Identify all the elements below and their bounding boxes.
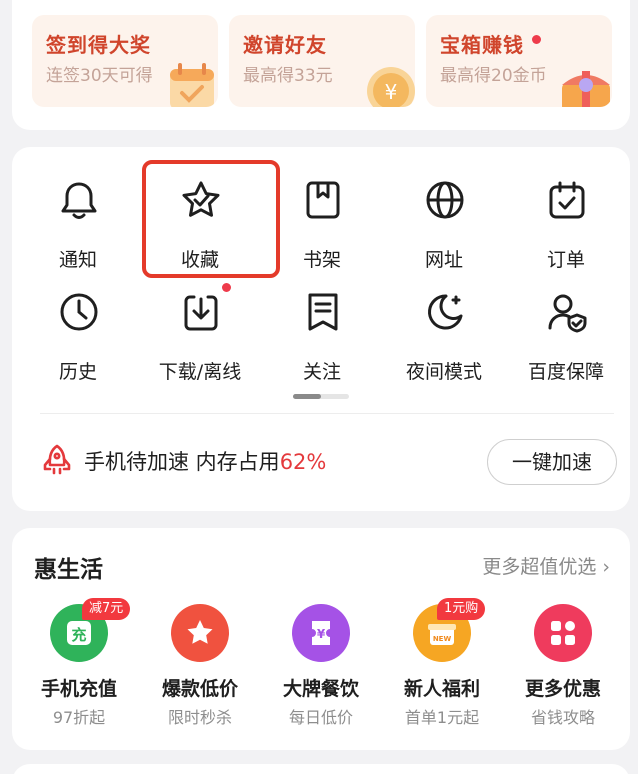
speedup-text: 手机待加速 内存占用 bbox=[84, 450, 280, 474]
life-item-name: 新人福利 bbox=[403, 678, 480, 700]
tool-label: 订单 bbox=[546, 249, 585, 271]
tools-card: 通知 收藏 书架 网址 订单 历史 下载/离线 关注 夜间模式 百度保障 手机待… bbox=[12, 147, 630, 511]
tool-label: 历史 bbox=[58, 361, 97, 383]
star-check-icon bbox=[182, 181, 220, 217]
coin-icon: ¥ bbox=[367, 67, 415, 107]
tool-websites[interactable]: 网址 bbox=[388, 161, 500, 271]
speedup-button[interactable]: 一键加速 bbox=[487, 439, 617, 485]
user-shield-icon bbox=[548, 294, 587, 333]
recharge-icon: 充 bbox=[67, 621, 91, 645]
tool-label: 书架 bbox=[302, 249, 341, 271]
discount-badge: 减7元 bbox=[82, 598, 131, 620]
promo-title: 邀请好友 bbox=[243, 33, 327, 57]
more-deals-link[interactable]: 更多超值优选 › bbox=[482, 552, 610, 579]
svg-text:NEW: NEW bbox=[433, 635, 452, 643]
life-item-more-offers[interactable]: 更多优惠 省钱攻略 bbox=[502, 604, 624, 744]
tool-history[interactable]: 历史 bbox=[22, 273, 134, 383]
svg-text:¥: ¥ bbox=[385, 80, 398, 104]
speedup-status: 手机待加速 内存占用62% bbox=[84, 446, 326, 476]
tool-label: 下载/离线 bbox=[158, 361, 242, 383]
life-icon: ¥ bbox=[292, 604, 350, 662]
life-item-subtitle: 限时秒杀 bbox=[167, 708, 232, 727]
life-item-dining[interactable]: ¥ 大牌餐饮 每日低价 bbox=[260, 604, 382, 744]
tool-notification[interactable]: 通知 bbox=[22, 161, 134, 271]
memory-percent: 62% bbox=[279, 450, 327, 474]
life-icon bbox=[171, 604, 229, 662]
life-item-subtitle: 97折起 bbox=[52, 708, 106, 727]
promo-card: 签到得大奖 连签30天可得 邀请好友 最高得33元 ¥ 宝箱赚钱 最高得20金币 bbox=[12, 0, 630, 130]
promo-title: 签到得大奖 bbox=[46, 33, 151, 57]
treasure-chest-icon bbox=[562, 71, 610, 107]
globe-icon bbox=[426, 181, 464, 219]
life-item-subtitle: 省钱攻略 bbox=[530, 708, 595, 727]
promo-invite[interactable]: 邀请好友 最高得33元 ¥ bbox=[229, 15, 415, 107]
tool-downloads[interactable]: 下载/离线 bbox=[144, 273, 256, 383]
tool-baidu-protection[interactable]: 百度保障 bbox=[510, 273, 622, 383]
page-indicator-active bbox=[293, 394, 321, 399]
tool-orders[interactable]: 订单 bbox=[510, 161, 622, 271]
life-icon bbox=[534, 604, 592, 662]
life-item-name: 手机充值 bbox=[40, 678, 117, 700]
new-dot bbox=[532, 35, 541, 44]
promo-treasure[interactable]: 宝箱赚钱 最高得20金币 bbox=[426, 15, 612, 107]
life-item-name: 大牌餐饮 bbox=[282, 678, 359, 700]
list-bookmark-icon bbox=[308, 293, 338, 331]
promo-signin[interactable]: 签到得大奖 连签30天可得 bbox=[32, 15, 218, 107]
bell-icon bbox=[61, 182, 97, 219]
new-gift-icon: NEW bbox=[428, 624, 456, 645]
life-item-subtitle: 首单1元起 bbox=[404, 708, 480, 727]
calendar-check-icon bbox=[549, 181, 585, 219]
bookmark-book-icon bbox=[306, 181, 340, 219]
svg-text:¥: ¥ bbox=[317, 627, 326, 641]
tool-label: 夜间模式 bbox=[405, 361, 482, 383]
tool-favorites[interactable]: 收藏 bbox=[144, 161, 256, 271]
download-icon bbox=[184, 295, 218, 331]
discount-badge: 1元购 bbox=[437, 598, 486, 620]
tool-following[interactable]: 关注 bbox=[266, 273, 378, 383]
tool-label: 网址 bbox=[424, 249, 463, 271]
next-card bbox=[12, 764, 630, 774]
svg-text:充: 充 bbox=[71, 626, 86, 644]
tool-bookshelf[interactable]: 书架 bbox=[266, 161, 378, 271]
promo-subtitle: 连签30天可得 bbox=[46, 66, 153, 86]
tool-label: 收藏 bbox=[180, 249, 219, 271]
tool-label: 百度保障 bbox=[527, 361, 604, 383]
life-item-subtitle: 每日低价 bbox=[288, 708, 353, 727]
calendar-gift-icon bbox=[170, 63, 214, 107]
tool-label: 关注 bbox=[302, 361, 341, 383]
life-item-recharge[interactable]: 充 减7元 手机充值 97折起 bbox=[18, 598, 140, 744]
star-icon bbox=[187, 620, 213, 644]
ticket-icon: ¥ bbox=[312, 621, 330, 645]
rocket-icon bbox=[43, 444, 71, 475]
life-item-name: 更多优惠 bbox=[524, 678, 601, 700]
page-indicator bbox=[293, 394, 349, 399]
moon-icon bbox=[428, 294, 463, 330]
grid-icon bbox=[551, 621, 575, 645]
section-title: 惠生活 bbox=[34, 557, 103, 583]
life-item-hot-deals[interactable]: 爆款低价 限时秒杀 bbox=[139, 604, 261, 744]
life-item-newcomer[interactable]: NEW 1元购 新人福利 首单1元起 bbox=[381, 598, 503, 744]
promo-subtitle: 最高得33元 bbox=[243, 66, 333, 86]
promo-subtitle: 最高得20金币 bbox=[440, 66, 547, 86]
clock-icon bbox=[60, 293, 98, 331]
tool-label: 通知 bbox=[58, 249, 97, 271]
tool-night-mode[interactable]: 夜间模式 bbox=[388, 273, 500, 383]
divider bbox=[40, 413, 614, 414]
new-dot bbox=[222, 283, 231, 292]
life-card: 惠生活 更多超值优选 › 充 减7元 手机充值 97折起 爆款低价 限时秒杀 ¥ bbox=[12, 528, 630, 750]
promo-title: 宝箱赚钱 bbox=[440, 33, 524, 57]
life-item-name: 爆款低价 bbox=[161, 678, 238, 700]
